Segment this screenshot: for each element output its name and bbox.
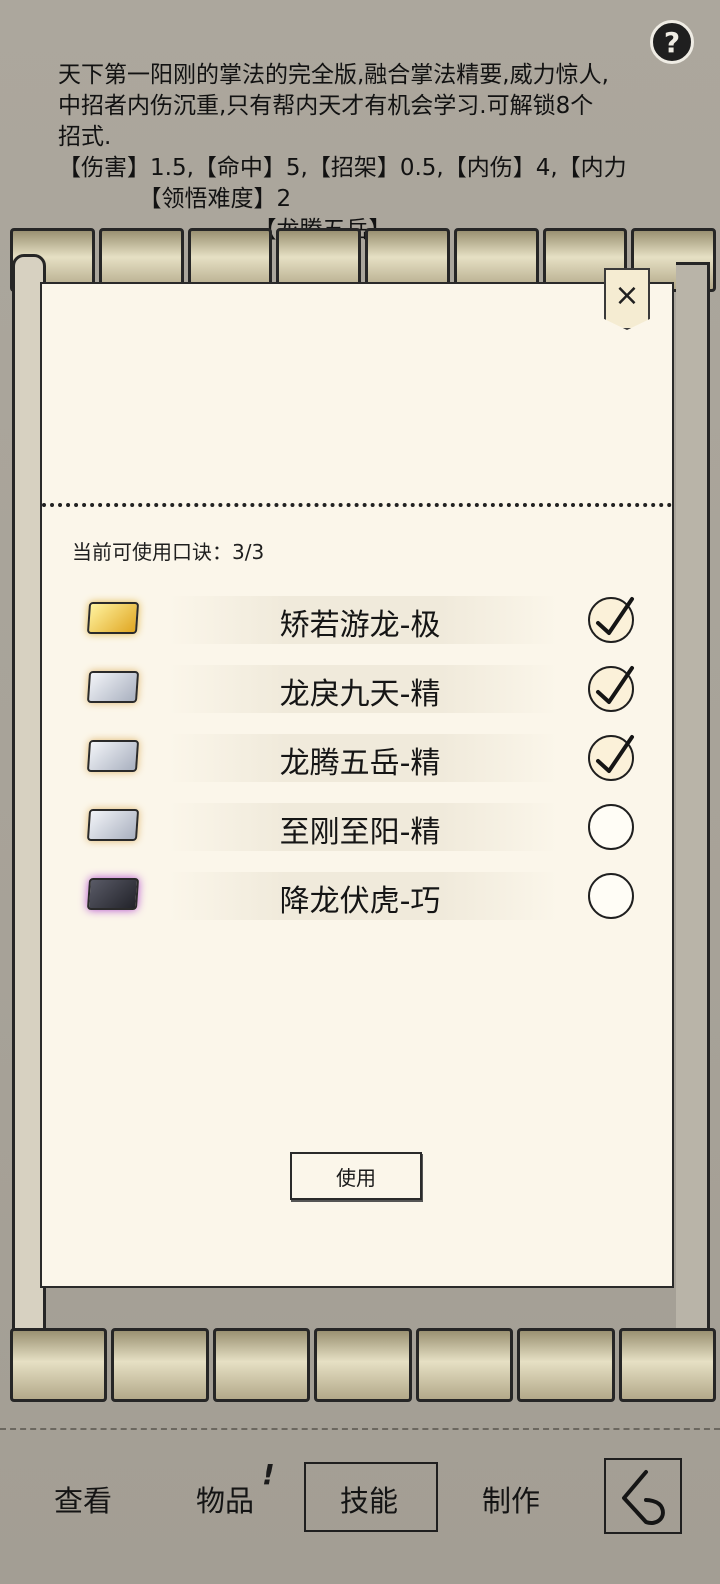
nav-view[interactable]: 查看	[54, 1478, 112, 1520]
description-line: 中招者内伤沉重,只有帮内天才有机会学习.可解锁8个	[58, 93, 594, 119]
description-line: 【伤害】1.5,【命中】5,【招架】0.5,【内伤】4,【内力	[58, 155, 627, 181]
mnemonic-label: 至刚至阳-精	[279, 815, 441, 850]
silver-slip-icon	[86, 671, 140, 703]
description-line: 招式.	[58, 124, 112, 150]
gold-slip-icon	[86, 602, 140, 634]
mnemonic-row[interactable]: 龙戾九天-精	[80, 661, 650, 721]
nav-items[interactable]: 物品	[196, 1478, 254, 1520]
mnemonic-label: 龙腾五岳-精	[279, 746, 441, 781]
checkmark-icon	[596, 666, 634, 704]
checkbox-unchecked[interactable]	[588, 873, 634, 919]
nav-craft[interactable]: 制作	[482, 1478, 540, 1520]
mnemonic-label: 龙戾九天-精	[279, 677, 441, 712]
skill-description: 天下第一阳刚的掌法的完全版,融合掌法精要,威力惊人, 中招者内伤沉重,只有帮内天…	[58, 60, 668, 246]
description-line: 【领悟难度】2	[58, 186, 292, 212]
checkmark-icon	[596, 735, 634, 773]
scroll-edge-right	[676, 262, 710, 1346]
mnemonic-row[interactable]: 龙腾五岳-精	[80, 730, 650, 790]
close-button[interactable]: ×	[604, 268, 650, 330]
checkbox-unchecked[interactable]	[588, 804, 634, 850]
checkbox-checked[interactable]	[588, 597, 634, 643]
nav-items-badge: !	[262, 1458, 275, 1491]
question-icon: ?	[663, 25, 681, 59]
mnemonic-label: 降龙伏虎-巧	[279, 884, 441, 919]
checkbox-checked[interactable]	[588, 666, 634, 712]
nav-skills[interactable]: 技能	[340, 1478, 398, 1520]
help-button[interactable]: ?	[650, 20, 694, 64]
usable-count-label: 当前可使用口诀：	[72, 540, 232, 564]
checkmark-icon	[596, 597, 634, 635]
divider	[42, 503, 672, 507]
back-arrow-icon	[622, 1470, 665, 1525]
back-button[interactable]	[604, 1458, 682, 1534]
scroll-rod-bottom	[10, 1328, 716, 1402]
dark-slip-icon	[86, 878, 140, 910]
usable-count-value: 3/3	[232, 540, 265, 564]
checkbox-checked[interactable]	[588, 735, 634, 781]
use-button[interactable]: 使用	[290, 1152, 422, 1200]
mnemonic-row[interactable]: 降龙伏虎-巧	[80, 868, 650, 928]
mnemonic-row[interactable]: 至刚至阳-精	[80, 799, 650, 859]
usable-count: 当前可使用口诀：3/3	[72, 536, 264, 565]
ground-line	[0, 1428, 720, 1434]
mnemonic-label: 矫若游龙-极	[279, 608, 441, 643]
description-line: 天下第一阳刚的掌法的完全版,融合掌法精要,威力惊人,	[58, 62, 609, 88]
close-icon: ×	[614, 278, 640, 313]
mnemonic-row[interactable]: 矫若游龙-极	[80, 592, 650, 652]
silver-slip-icon	[86, 809, 140, 841]
silver-slip-icon	[86, 740, 140, 772]
